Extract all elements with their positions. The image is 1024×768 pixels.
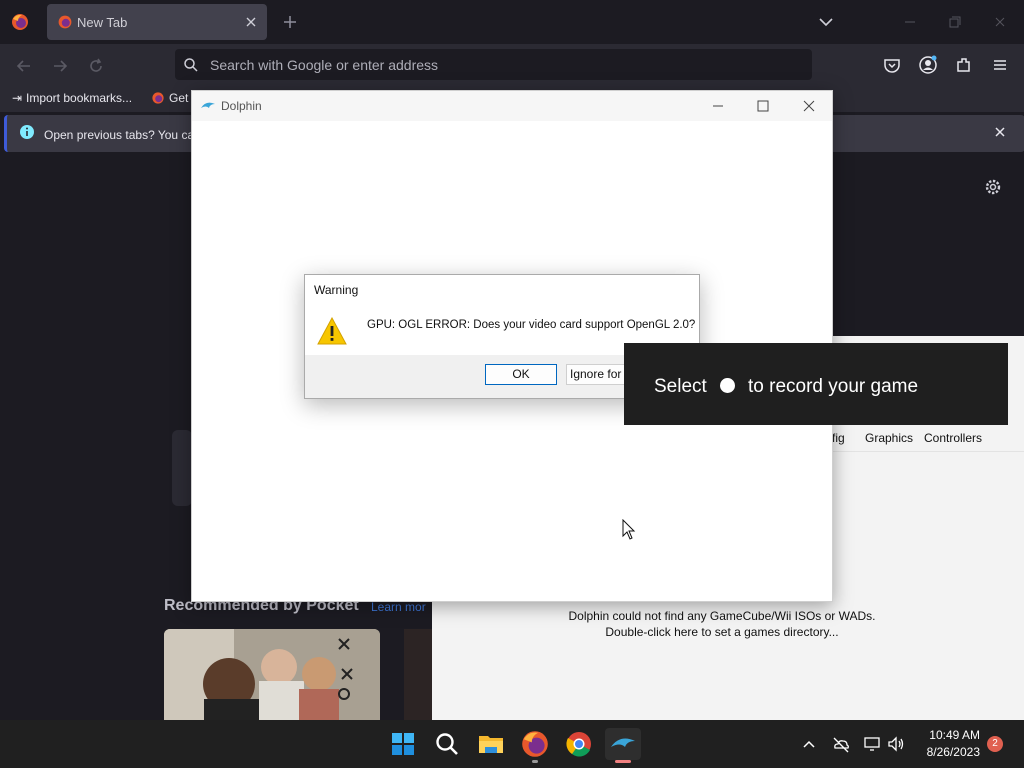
controllers-button[interactable]: Controllers	[924, 431, 982, 445]
hamburger-menu-icon[interactable]	[990, 55, 1010, 75]
info-icon	[19, 124, 35, 140]
search-icon	[183, 57, 199, 73]
ok-button[interactable]: OK	[485, 364, 557, 385]
pocket-story-card[interactable]	[164, 629, 380, 720]
account-icon[interactable]	[918, 55, 938, 75]
notification-text: Open previous tabs? You ca	[44, 128, 195, 142]
forward-arrow-icon[interactable]	[51, 57, 69, 75]
reload-icon[interactable]	[87, 57, 105, 75]
close-notification-icon[interactable]	[993, 125, 1007, 139]
gear-icon[interactable]	[984, 178, 1002, 196]
file-explorer-icon[interactable]	[475, 728, 507, 760]
toast-text-before: Select	[654, 376, 707, 397]
empty-message-line1: Dolphin could not find any GameCube/Wii …	[568, 609, 876, 623]
pocket-icon[interactable]	[882, 55, 902, 75]
game-bar-toast: Select to record your game	[624, 343, 1008, 425]
empty-message-line2: Double-click here to set a games directo…	[605, 625, 839, 639]
running-indicator	[532, 760, 538, 763]
clock-date[interactable]: 8/26/2023	[920, 745, 980, 759]
firefox-icon[interactable]	[519, 728, 551, 763]
game-list-empty-message[interactable]: Dolphin could not find any GameCube/Wii …	[432, 608, 1024, 640]
record-icon	[720, 378, 735, 393]
dialog-title: Warning	[314, 283, 359, 297]
maximize-icon[interactable]	[756, 99, 770, 113]
close-window-icon[interactable]	[992, 14, 1008, 30]
dialog-message: GPU: OGL ERROR: Does your video card sup…	[367, 319, 696, 331]
minimize-icon[interactable]	[902, 14, 918, 30]
dolphin-icon	[200, 99, 216, 113]
address-bar[interactable]: Search with Google or enter address	[175, 49, 812, 80]
onedrive-icon[interactable]	[832, 735, 850, 753]
back-arrow-icon[interactable]	[15, 57, 33, 75]
chevron-down-icon[interactable]	[818, 15, 834, 29]
toast-text-after: to record your game	[748, 376, 919, 397]
extensions-icon[interactable]	[954, 55, 974, 75]
tab-title: New Tab	[77, 15, 128, 30]
mouse-cursor-icon	[622, 519, 636, 541]
dolphin-window-title: Dolphin	[221, 99, 262, 113]
active-indicator	[615, 760, 631, 763]
chrome-icon[interactable]	[563, 728, 595, 760]
firefox-menu-icon[interactable]	[10, 12, 30, 32]
tab-new-tab[interactable]: New Tab	[47, 4, 267, 40]
volume-icon[interactable]	[887, 735, 905, 753]
firefox-tab-icon	[57, 14, 73, 30]
shortcut-tile[interactable]	[172, 430, 192, 506]
network-icon[interactable]	[863, 735, 881, 753]
dolphin-titlebar[interactable]: Dolphin	[192, 91, 832, 121]
restore-icon[interactable]	[947, 14, 963, 30]
search-icon[interactable]	[431, 728, 463, 760]
bookmark-import[interactable]: ⇥ Import bookmarks...	[12, 91, 132, 105]
notification-badge[interactable]: 2	[987, 736, 1003, 752]
close-icon[interactable]	[802, 99, 816, 113]
import-icon: ⇥	[12, 91, 23, 105]
show-hidden-icons-icon[interactable]	[802, 737, 816, 751]
firefox-bookmark-icon	[152, 92, 164, 104]
pocket-story-card[interactable]	[404, 629, 432, 720]
clock-time[interactable]: 10:49 AM	[920, 728, 980, 742]
start-icon[interactable]	[387, 728, 419, 760]
minimize-icon[interactable]	[711, 99, 725, 113]
address-placeholder: Search with Google or enter address	[210, 57, 439, 73]
dolphin-icon[interactable]	[605, 728, 641, 763]
new-tab-icon[interactable]	[281, 13, 299, 31]
close-tab-icon[interactable]	[243, 14, 259, 30]
graphics-button[interactable]: Graphics	[865, 431, 913, 445]
story-image	[164, 629, 380, 720]
bookmark-get-started[interactable]: Get	[151, 91, 188, 105]
warning-icon	[317, 317, 347, 345]
config-button[interactable]: fig	[832, 431, 845, 445]
